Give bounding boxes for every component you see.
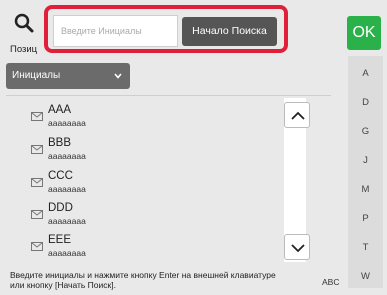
alpha-index-a[interactable]: A [348,68,383,79]
chevron-down-icon [114,73,122,79]
scroll-down-button[interactable] [284,234,310,260]
entry-name: DDD [48,202,73,214]
search-icon[interactable] [12,11,36,35]
entry-name: AAA [48,104,72,116]
entry-detail: aaaaaaaa [48,151,86,161]
list-item[interactable]: EEE aaaaaaaa [6,230,281,262]
initials-input[interactable]: Введите Инициалы [53,15,178,47]
entry-detail: aaaaaaaa [48,118,86,128]
scroll-up-button[interactable] [284,102,310,128]
entry-detail: aaaaaaaa [48,248,86,258]
divider [6,95,331,96]
entry-name: CCC [48,170,73,182]
abc-keyboard-button[interactable]: ABC [322,277,339,287]
list-item[interactable]: CCC aaaaaaaa [6,166,281,198]
hint-text: Введите инициалы и нажмите кнопку Enter … [10,270,276,290]
chevron-down-icon [291,244,305,253]
envelope-icon [31,242,43,251]
alpha-index-t[interactable]: T [348,242,383,253]
dropdown-selected: Инициалы [12,70,61,81]
position-label: Позиц [10,44,38,55]
search-screen: Введите Инициалы Начало Поиска OK Позиц … [0,0,387,295]
start-search-button[interactable]: Начало Поиска [182,17,277,46]
list-item[interactable]: DDD aaaaaaaa [6,198,281,230]
alpha-index-w[interactable]: W [348,271,383,282]
alphabet-index: A D G J M P T W [348,56,383,288]
ok-button[interactable]: OK [347,16,381,50]
entry-name: EEE [48,234,72,246]
alpha-index-g[interactable]: G [348,126,383,137]
envelope-icon [31,145,43,154]
sort-dropdown[interactable]: Инициалы [6,63,130,89]
chevron-up-icon [291,111,305,120]
entry-detail: aaaaaaaa [48,216,86,226]
envelope-icon [31,178,43,187]
alpha-index-d[interactable]: D [348,97,383,108]
alpha-index-m[interactable]: M [348,184,383,195]
envelope-icon [31,210,43,219]
alpha-index-j[interactable]: J [348,155,383,166]
envelope-icon [31,112,43,121]
list-item[interactable]: AAA aaaaaaaa [6,100,281,132]
entry-detail: aaaaaaaa [48,184,86,194]
alpha-index-p[interactable]: P [348,213,383,224]
entry-name: BBB [48,137,72,149]
list-item[interactable]: BBB aaaaaaaa [6,133,281,165]
